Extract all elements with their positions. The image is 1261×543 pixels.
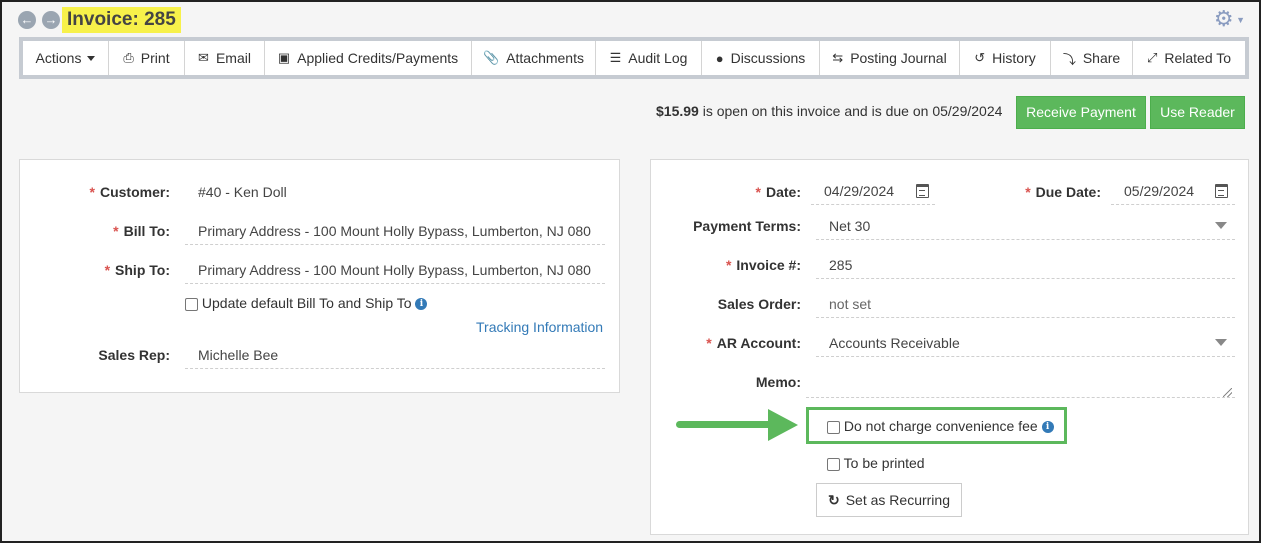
resize-handle-icon[interactable] — [1223, 388, 1232, 397]
annotation-arrow — [676, 421, 776, 428]
date-label: * Date: — [755, 184, 801, 200]
audit-log-button[interactable]: ☰ Audit Log — [596, 41, 702, 75]
posting-journal-label: Posting Journal — [850, 50, 947, 66]
calendar-icon[interactable] — [1215, 184, 1228, 198]
due-text: is open on this invoice and is due on 05… — [698, 103, 1003, 119]
calendar-icon[interactable] — [916, 184, 929, 198]
annotation-highlight-box — [806, 407, 1067, 444]
chevron-down-icon[interactable] — [1215, 339, 1227, 346]
forward-arrow-icon[interactable]: → — [42, 11, 60, 29]
update-default-checkbox[interactable] — [185, 297, 198, 311]
share-button[interactable]: ⤵ Share — [1051, 41, 1133, 75]
bill-to-label: * Bill To: — [113, 223, 170, 239]
memo-textarea[interactable] — [806, 368, 1235, 398]
email-label: Email — [215, 50, 251, 66]
payment-terms-select[interactable]: Net 30 — [816, 212, 1235, 240]
actions-label: Actions — [35, 50, 82, 66]
ship-to-field[interactable]: Primary Address - 100 Mount Holly Bypass… — [185, 256, 605, 284]
email-button[interactable]: ✉ Email — [185, 41, 265, 75]
customer-panel: * Customer: #40 - Ken Doll * Bill To: Prim… — [19, 159, 620, 393]
payment-terms-label: Payment Terms: — [693, 218, 801, 234]
chevron-down-icon: ▼ — [1233, 15, 1245, 26]
envelope-icon: ✉ — [198, 50, 209, 65]
invoice-details-panel: * Date: 04/29/2024 * Due Date: 05/29/2024 … — [650, 159, 1249, 535]
discussions-button[interactable]: ● Discussions — [702, 41, 820, 75]
comments-icon: ● — [715, 50, 724, 66]
history-button[interactable]: ↺ History — [960, 41, 1051, 75]
related-to-button[interactable]: ⤢ Related To — [1133, 41, 1245, 75]
update-default-label: Update default Bill To and Ship To — [201, 295, 412, 311]
annotation-arrow-head — [768, 409, 798, 441]
paperclip-icon: 📎 — [482, 50, 500, 65]
info-icon[interactable]: i — [415, 298, 428, 311]
sales-order-field[interactable]: not set — [816, 290, 1235, 318]
ar-account-label: * AR Account: — [706, 335, 801, 351]
toolbar: Actions ⎙ Print ✉ Email ▣ Applied Credits/P… — [19, 37, 1249, 79]
set-as-recurring-label: Set as Recurring — [845, 492, 950, 508]
tracking-information-link[interactable]: Tracking Information — [476, 319, 603, 335]
audit-log-label: Audit Log — [628, 50, 688, 66]
exchange-icon: ⇆ — [832, 50, 844, 65]
gear-icon[interactable]: ⚙ ▼ — [1214, 7, 1245, 31]
invoice-number-field[interactable]: 285 — [816, 251, 1235, 279]
caret-down-icon — [87, 55, 96, 61]
bill-to-field[interactable]: Primary Address - 100 Mount Holly Bypass… — [185, 217, 605, 245]
attachments-button[interactable]: 📎 Attachments — [472, 41, 596, 75]
applied-credits-label: Applied Credits/Payments — [297, 50, 459, 66]
discussions-label: Discussions — [730, 50, 806, 66]
share-icon: ⤵ — [1062, 51, 1076, 67]
list-icon: ☰ — [609, 50, 622, 65]
attachments-label: Attachments — [506, 50, 584, 66]
history-label: History — [992, 50, 1036, 66]
invoice-page: ← → Invoice: 285 ⚙ ▼ Actions ⎙ Print ✉ Ema… — [0, 0, 1261, 543]
related-to-label: Related To — [1164, 50, 1232, 66]
customer-label: * Customer: — [89, 184, 170, 200]
sales-order-label: Sales Order: — [717, 296, 801, 312]
customer-value[interactable]: #40 - Ken Doll — [185, 178, 605, 206]
print-label: Print — [140, 50, 170, 66]
sales-rep-field[interactable]: Michelle Bee — [185, 341, 605, 369]
page-title: Invoice: 285 — [62, 7, 181, 33]
to-be-printed-checkbox[interactable] — [827, 457, 840, 471]
share-label: Share — [1082, 50, 1121, 66]
refresh-icon: ↻ — [827, 492, 840, 508]
payment-status: $15.99 is open on this invoice and is du… — [656, 103, 1002, 119]
set-as-recurring-button[interactable]: ↻ Set as Recurring — [816, 483, 962, 517]
back-arrow-icon[interactable]: ← — [18, 11, 36, 29]
history-icon: ↺ — [974, 50, 986, 65]
update-default-row: Update default Bill To and Ship To i — [185, 295, 428, 311]
money-icon: ▣ — [277, 50, 291, 65]
printer-icon: ⎙ — [123, 50, 134, 65]
to-be-printed-label: To be printed — [843, 455, 925, 471]
ar-account-select[interactable]: Accounts Receivable — [816, 329, 1235, 357]
to-be-printed-row: To be printed — [827, 455, 925, 471]
ship-to-label: * Ship To: — [104, 262, 170, 278]
due-date-label: * Due Date: — [1025, 184, 1101, 200]
posting-journal-button[interactable]: ⇆ Posting Journal — [820, 41, 960, 75]
use-reader-button[interactable]: Use Reader — [1150, 96, 1245, 129]
print-button[interactable]: ⎙ Print — [109, 41, 185, 75]
actions-button[interactable]: Actions — [23, 41, 109, 75]
applied-credits-button[interactable]: ▣ Applied Credits/Payments — [265, 41, 472, 75]
open-amount: $15.99 — [656, 103, 699, 119]
sales-rep-label: Sales Rep: — [98, 347, 170, 363]
memo-label: Memo: — [755, 374, 801, 390]
expand-icon: ⤢ — [1146, 50, 1158, 65]
invoice-number-label: * Invoice #: — [725, 257, 801, 273]
chevron-down-icon[interactable] — [1215, 222, 1227, 229]
receive-payment-button[interactable]: Receive Payment — [1016, 96, 1146, 129]
